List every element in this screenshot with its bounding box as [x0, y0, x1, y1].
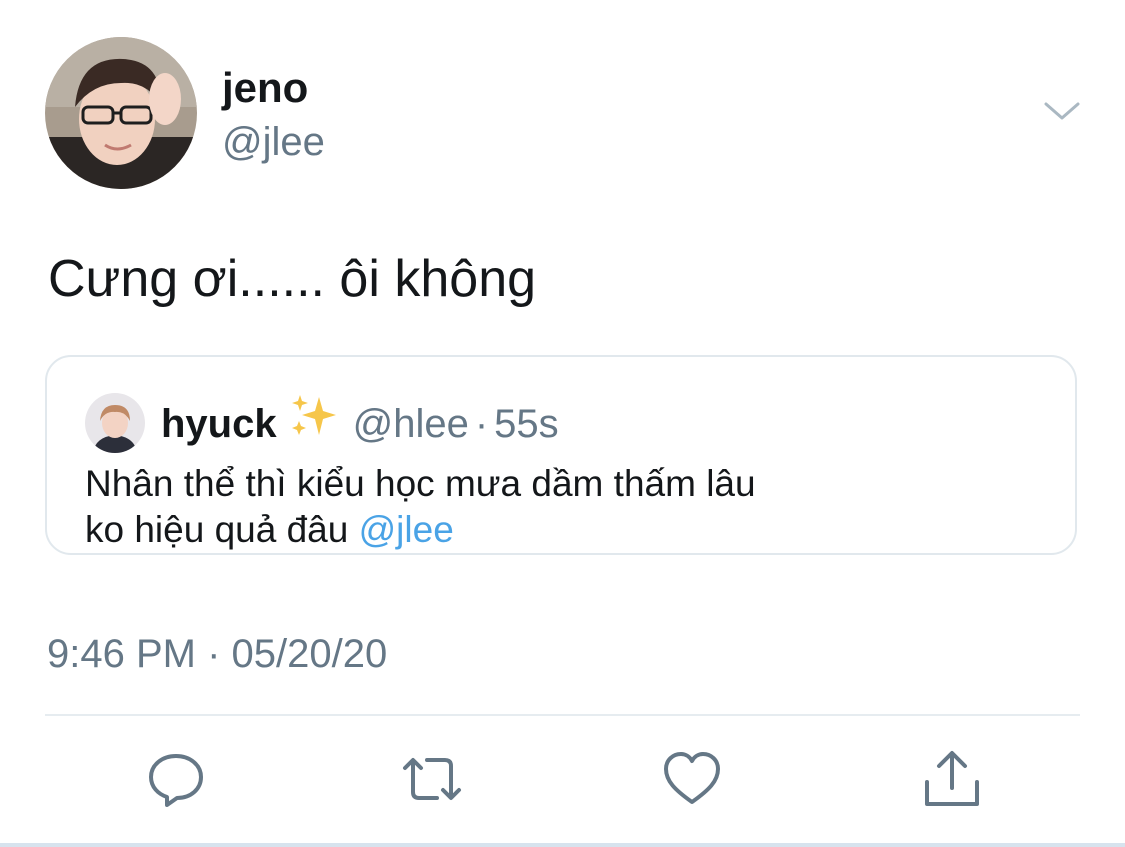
tweet-timestamp[interactable]: 9:46 PM · 05/20/20: [47, 626, 387, 682]
tweet-detail-view: jeno @jlee Cưng ơi...... ôi không hyuck …: [0, 0, 1125, 847]
sparkles-icon: [289, 393, 339, 452]
quoted-author-display-name[interactable]: hyuck: [161, 402, 277, 446]
quoted-tweet-header: hyuck @hlee · 55s: [161, 395, 559, 456]
heart-icon[interactable]: [661, 748, 723, 810]
share-icon[interactable]: [921, 748, 983, 810]
quoted-tweet-line-2: ko hiệu quả đâu @jlee: [85, 507, 1045, 553]
bottom-edge: [0, 843, 1125, 847]
separator-dot: ·: [474, 402, 489, 447]
quoted-tweet-card[interactable]: hyuck @hlee · 55s Nhân thể thì kiểu học mư…: [45, 355, 1077, 555]
mention-link[interactable]: @jlee: [359, 509, 454, 550]
quoted-tweet-time: 55s: [494, 402, 559, 447]
author-display-name[interactable]: jeno: [222, 62, 308, 114]
quoted-tweet-text: Nhân thể thì kiểu học mưa dầm thấm lâu k…: [85, 461, 1045, 553]
retweet-icon[interactable]: [401, 748, 463, 810]
tweet-text: Cưng ơi...... ôi không: [48, 250, 537, 308]
quoted-tweet-line-1: Nhân thể thì kiểu học mưa dầm thấm lâu: [85, 463, 756, 504]
author-handle[interactable]: @jlee: [222, 116, 325, 168]
quoted-author-avatar[interactable]: [85, 393, 145, 453]
divider: [45, 714, 1080, 716]
quoted-tweet-line-2-text: ko hiệu quả đâu: [85, 509, 359, 550]
chevron-down-icon[interactable]: [1042, 96, 1082, 126]
reply-bubble-icon[interactable]: [145, 748, 207, 810]
quoted-author-handle[interactable]: @hlee: [353, 402, 469, 446]
author-avatar[interactable]: [45, 37, 197, 189]
